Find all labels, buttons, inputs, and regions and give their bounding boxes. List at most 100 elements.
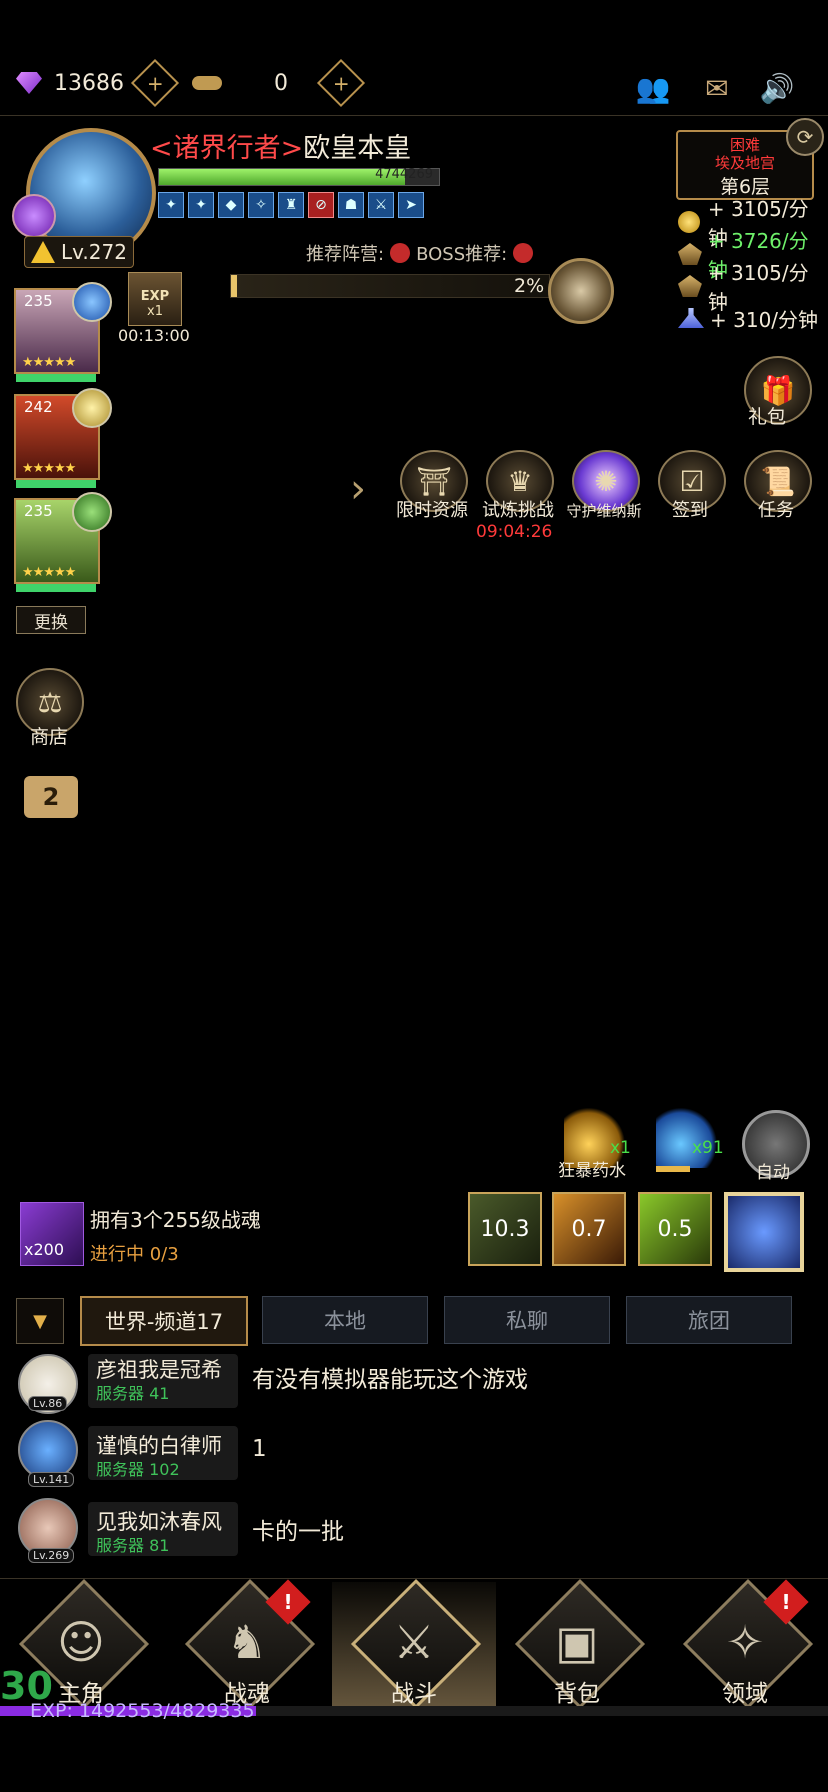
hero-slot-1[interactable]: 235 ★★★★★ bbox=[14, 282, 112, 374]
hp-fill bbox=[159, 169, 406, 185]
flask-icon bbox=[678, 308, 704, 328]
gem-count: 13686 bbox=[54, 70, 124, 96]
boss-skull-button[interactable] bbox=[548, 258, 614, 324]
hero-3-hp-bar bbox=[16, 584, 96, 592]
quest-title[interactable]: 拥有3个255级战魂 bbox=[90, 1204, 261, 1233]
chat-message-text: 有没有模拟器能玩这个游戏 bbox=[252, 1367, 528, 1393]
top-bar: 13686 + 0 + 👥 ✉ 🔊 bbox=[0, 0, 828, 116]
buff-icon[interactable]: ⚔ bbox=[368, 192, 394, 218]
arch-icon: ⛩ bbox=[416, 464, 452, 498]
player-name: 欧皇本皇 bbox=[303, 133, 412, 164]
speaker-icon[interactable]: 🔊 bbox=[756, 72, 798, 105]
scroll-icon: 📜 bbox=[760, 464, 796, 498]
chat-sender-server: 服务器 81 bbox=[96, 1536, 170, 1555]
player-level: Lv.272 bbox=[61, 240, 127, 264]
add-keys-button[interactable]: + bbox=[316, 58, 366, 108]
key-count: 0 bbox=[274, 70, 288, 96]
skill-slot-1[interactable]: 10.3 bbox=[468, 1192, 542, 1266]
buff-icon[interactable]: ✧ bbox=[248, 192, 274, 218]
buff-icon[interactable]: ◆ bbox=[218, 192, 244, 218]
skill-slot-3[interactable]: 0.5 bbox=[638, 1192, 712, 1266]
buff-icon[interactable]: ✦ bbox=[158, 192, 184, 218]
quest-reward: x200 bbox=[24, 1240, 65, 1259]
light-element-icon bbox=[72, 388, 112, 428]
swap-button[interactable]: 更换 bbox=[16, 606, 86, 634]
venus-icon: ✺ bbox=[594, 464, 618, 498]
fire-element-icon bbox=[513, 243, 534, 263]
stage-map: 埃及地宫 bbox=[714, 154, 775, 172]
hero-slot-2[interactable]: 242 ★★★★★ bbox=[14, 388, 112, 480]
scales-icon: ⚖ bbox=[37, 685, 63, 719]
chat-tab-guild[interactable]: 旅团 bbox=[626, 1296, 792, 1344]
player-name-line: <诸界行者>欧皇本皇 bbox=[150, 126, 411, 165]
quest-progress: 进行中 0/3 bbox=[90, 1244, 179, 1265]
shop-label: 商店 bbox=[30, 726, 69, 748]
friends-icon[interactable]: 👥 bbox=[632, 72, 674, 105]
camp-recommend-label: 推荐阵营: bbox=[306, 244, 385, 265]
recommend-line: 推荐阵营: BOSS推荐: bbox=[306, 240, 539, 266]
refresh-icon[interactable]: ⟳ bbox=[786, 118, 824, 156]
buff-icon[interactable]: ➤ bbox=[398, 192, 424, 218]
boss-progress-fill bbox=[231, 275, 238, 297]
nav-warsoul[interactable]: ♞ 战魂 ! bbox=[182, 1578, 316, 1716]
buff-icon[interactable]: ⊘ bbox=[308, 192, 334, 218]
nav-domain[interactable]: ✧ 领域 ! bbox=[680, 1578, 814, 1716]
chat-avatar-level: Lv.141 bbox=[28, 1472, 75, 1487]
nav-backpack[interactable]: ▣ 背包 bbox=[512, 1578, 646, 1716]
hero-icon: ☺ bbox=[57, 1615, 105, 1669]
chat-tab-local[interactable]: 本地 bbox=[262, 1296, 428, 1344]
skill-slot-4[interactable] bbox=[724, 1192, 804, 1272]
buff-icon[interactable]: ✦ bbox=[188, 192, 214, 218]
hero-slot-3[interactable]: 235 ★★★★★ bbox=[14, 492, 112, 584]
gold-coin-icon bbox=[678, 211, 700, 233]
nav-divider bbox=[0, 1578, 828, 1579]
buff-icon[interactable]: ♜ bbox=[278, 192, 304, 218]
chat-collapse-button[interactable]: ▼ bbox=[16, 1298, 64, 1344]
crossed-swords-icon: ⚔ bbox=[393, 1615, 435, 1669]
chat-tab-private[interactable]: 私聊 bbox=[444, 1296, 610, 1344]
nature-element-icon bbox=[72, 492, 112, 532]
camera-icon[interactable]: 2 bbox=[24, 776, 78, 818]
exp-boost-mult: x1 bbox=[147, 304, 163, 319]
buff-icon[interactable]: ☗ bbox=[338, 192, 364, 218]
trial-challenge-label: 试炼挑战 bbox=[482, 500, 554, 521]
boss-progress-bar bbox=[230, 274, 550, 298]
exp-boost-timer: 00:13:00 bbox=[118, 326, 190, 345]
chat-avatar[interactable] bbox=[18, 1420, 78, 1480]
backpack-icon: ▣ bbox=[555, 1615, 599, 1669]
skill-slot-2[interactable]: 0.7 bbox=[552, 1192, 626, 1266]
trial-challenge-timer: 09:04:26 bbox=[476, 522, 553, 542]
chat-sender-server: 服务器 102 bbox=[96, 1460, 180, 1479]
hero-2-hp-bar bbox=[16, 480, 96, 488]
hp-bar: 4744269 bbox=[158, 167, 440, 186]
mana-potion-bar bbox=[656, 1166, 690, 1172]
compass-icon: ✧ bbox=[725, 1615, 765, 1669]
expand-arrow-icon[interactable]: › bbox=[350, 466, 386, 512]
chat-tab-world[interactable]: 世界-频道17 bbox=[80, 1296, 248, 1346]
add-gems-button[interactable]: + bbox=[130, 58, 180, 108]
gem-icon bbox=[16, 72, 42, 94]
tasks-label: 任务 bbox=[758, 500, 794, 521]
chat-avatar-level: Lv.86 bbox=[28, 1396, 68, 1411]
chat-message-text: 1 bbox=[252, 1436, 267, 1462]
guild-name: <诸界行者> bbox=[150, 133, 304, 164]
guard-venus-label: 守护维纳斯 bbox=[566, 502, 642, 520]
key-icon bbox=[192, 76, 222, 90]
exp-icon bbox=[678, 275, 702, 297]
top-icons: 👥 ✉ 🔊 bbox=[632, 72, 798, 105]
income-rates: + 3105/分钟 + 3726/分钟 + 3105/分钟 + 310/分钟 bbox=[678, 197, 828, 334]
alert-badge: ! bbox=[763, 1579, 809, 1625]
chat-message-text: 卡的一批 bbox=[252, 1519, 344, 1545]
checklist-icon: ☑ bbox=[679, 464, 705, 498]
currency-row: 13686 + 0 + bbox=[16, 58, 366, 108]
checkin-label: 签到 bbox=[672, 500, 708, 521]
boss-progress-text: 2% bbox=[514, 275, 545, 297]
exp-boost-label: EXP bbox=[140, 289, 170, 304]
nav-battle[interactable]: ⚔ 战斗 bbox=[332, 1578, 496, 1716]
auto-battle-label: 自动 bbox=[756, 1163, 790, 1183]
exp-rate: + 3105/分钟 bbox=[678, 261, 828, 314]
mail-icon[interactable]: ✉ bbox=[696, 72, 738, 105]
berserk-potion-label: 狂暴药水 bbox=[558, 1161, 626, 1181]
exp-boost-box[interactable]: EXP x1 bbox=[128, 272, 182, 326]
berserk-potion-count: x1 bbox=[610, 1138, 631, 1158]
